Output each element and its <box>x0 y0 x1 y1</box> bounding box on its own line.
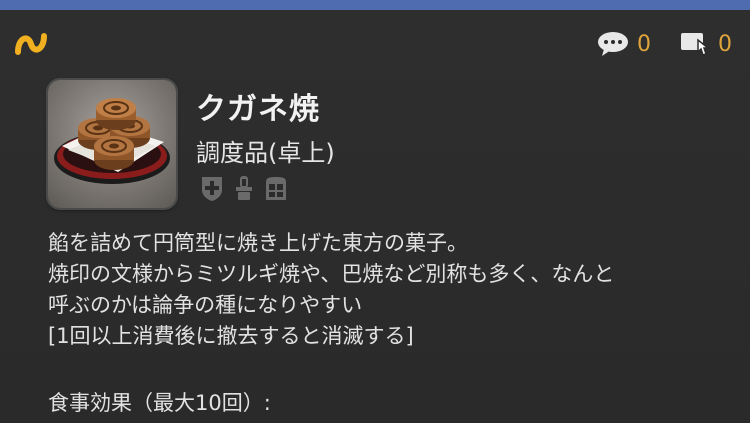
kugane-yaki-pastry-image <box>54 98 170 184</box>
comment-counter[interactable]: 0 <box>597 30 651 58</box>
food-effect-heading: 食事効果（最大10回）: <box>48 391 271 415</box>
description-line: 焼印の文様からミツルギ焼や、巴焼など別称も多く、なんと <box>48 262 615 286</box>
item-thumbnail <box>48 80 176 208</box>
item-name: クガネ焼 <box>196 92 320 127</box>
description-line: [1回以上消費後に撤去すると消滅する] <box>48 324 414 348</box>
description-line: 餡を詰めて円筒型に焼き上げた東方の菓子。 <box>48 231 468 255</box>
post-count: 0 <box>718 31 732 57</box>
hand-pointer-icon <box>681 33 710 56</box>
lodestone-n-icon[interactable] <box>14 30 48 58</box>
post-counter[interactable]: 0 <box>680 30 732 58</box>
comment-count: 0 <box>637 31 651 57</box>
item-flag-icons <box>200 174 288 202</box>
item-category: 調度品(卓上) <box>196 139 335 167</box>
top-accent-bar <box>0 0 750 10</box>
armoire-icon <box>202 177 222 201</box>
description-line: 呼ぶのかは論争の種になりやすい <box>48 293 363 317</box>
item-description: 餡を詰めて円筒型に焼き上げた東方の菓子。 焼印の文様からミツルギ焼や、巴焼など別… <box>48 228 728 352</box>
speech-bubble-icon <box>598 32 628 56</box>
dye-icon <box>236 176 252 200</box>
item-tooltip-panel <box>0 10 750 423</box>
housing-icon <box>266 177 286 200</box>
